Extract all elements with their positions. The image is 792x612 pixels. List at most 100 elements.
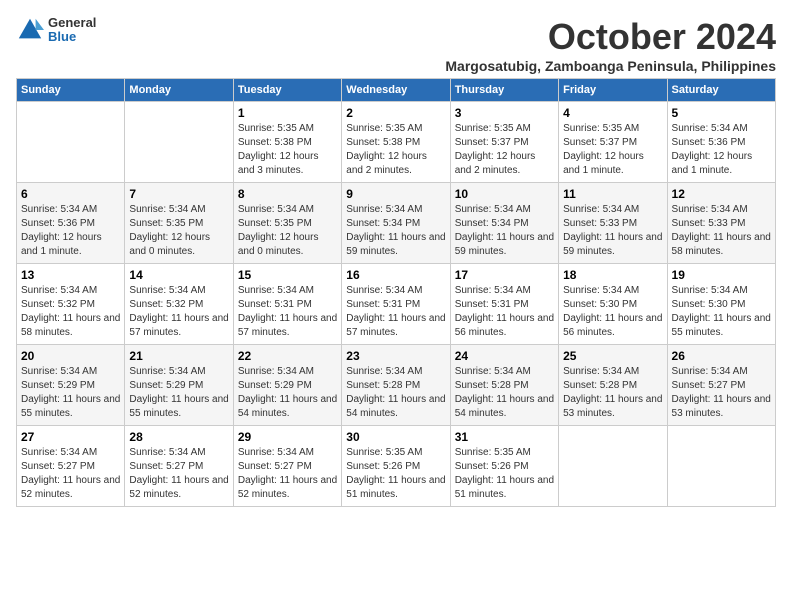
logo-blue-text: Blue [48,30,96,44]
calendar-cell [17,102,125,183]
calendar-cell: 12Sunrise: 5:34 AM Sunset: 5:33 PM Dayli… [667,183,775,264]
calendar-cell: 29Sunrise: 5:34 AM Sunset: 5:27 PM Dayli… [233,426,341,507]
day-info: Sunrise: 5:34 AM Sunset: 5:36 PM Dayligh… [672,122,771,178]
weekday-header-saturday: Saturday [667,79,775,102]
day-number: 7 [129,187,228,201]
logo: General Blue [16,16,96,45]
day-number: 10 [455,187,554,201]
calendar-cell: 16 Sunrise: 5:34 AM Sunset: 5:31 PM Dayli… [342,264,450,345]
day-info: Sunrise: 5:34 AM Sunset: 5:30 PM Dayligh… [563,284,662,340]
page-header: General Blue October 2024 Margosatubig, … [16,16,776,74]
day-number: 6 [21,187,120,201]
calendar-cell: 11 Sunrise: 5:34 AM Sunset: 5:33 PM Dayli… [559,183,667,264]
weekday-header-thursday: Thursday [450,79,558,102]
calendar-cell: 15Sunrise: 5:34 AM Sunset: 5:31 PM Dayli… [233,264,341,345]
day-info: Sunrise: 5:34 AM Sunset: 5:27 PM Dayligh… [21,446,120,502]
calendar-cell [667,426,775,507]
month-title: October 2024 [445,16,776,58]
day-number: 17 [455,268,554,282]
day-info: Sunrise: 5:35 AM Sunset: 5:37 PM Dayligh… [455,122,554,178]
day-info: Sunrise: 5:34 AM Sunset: 5:36 PM Dayligh… [21,203,120,259]
calendar-cell: 31Sunrise: 5:35 AM Sunset: 5:26 PM Dayli… [450,426,558,507]
day-number: 24 [455,349,554,363]
calendar-cell: 18 Sunrise: 5:34 AM Sunset: 5:30 PM Dayli… [559,264,667,345]
day-info: Sunrise: 5:34 AM Sunset: 5:35 PM Dayligh… [129,203,228,259]
day-info: Sunrise: 5:35 AM Sunset: 5:37 PM Dayligh… [563,122,662,178]
day-info: Sunrise: 5:35 AM Sunset: 5:38 PM Dayligh… [346,122,445,178]
calendar-cell: 1 Sunrise: 5:35 AM Sunset: 5:38 PM Daylig… [233,102,341,183]
logo-text: General Blue [48,16,96,45]
day-number: 30 [346,430,445,444]
calendar-cell: 5 Sunrise: 5:34 AM Sunset: 5:36 PM Daylig… [667,102,775,183]
day-number: 3 [455,106,554,120]
weekday-header-monday: Monday [125,79,233,102]
day-number: 5 [672,106,771,120]
day-info: Sunrise: 5:34 AM Sunset: 5:27 PM Dayligh… [129,446,228,502]
day-info: Sunrise: 5:34 AM Sunset: 5:30 PM Dayligh… [672,284,771,340]
day-number: 1 [238,106,337,120]
day-info: Sunrise: 5:34 AM Sunset: 5:31 PM Dayligh… [455,284,554,340]
day-info: Sunrise: 5:34 AM Sunset: 5:35 PM Dayligh… [238,203,337,259]
day-number: 23 [346,349,445,363]
day-number: 15 [238,268,337,282]
day-number: 22 [238,349,337,363]
day-info: Sunrise: 5:35 AM Sunset: 5:26 PM Dayligh… [346,446,445,502]
calendar-cell: 27 Sunrise: 5:34 AM Sunset: 5:27 PM Dayli… [17,426,125,507]
day-number: 18 [563,268,662,282]
day-info: Sunrise: 5:34 AM Sunset: 5:29 PM Dayligh… [129,365,228,421]
calendar-cell: 19 Sunrise: 5:34 AM Sunset: 5:30 PM Dayli… [667,264,775,345]
calendar-cell: 20 Sunrise: 5:34 AM Sunset: 5:29 PM Dayli… [17,345,125,426]
logo-icon [16,16,44,44]
calendar-cell: 24 Sunrise: 5:34 AM Sunset: 5:28 PM Dayli… [450,345,558,426]
calendar-table: SundayMondayTuesdayWednesdayThursdayFrid… [16,78,776,507]
day-number: 11 [563,187,662,201]
calendar-week-2: 6 Sunrise: 5:34 AM Sunset: 5:36 PM Daylig… [17,183,776,264]
calendar-cell: 26 Sunrise: 5:34 AM Sunset: 5:27 PM Dayli… [667,345,775,426]
calendar-week-5: 27 Sunrise: 5:34 AM Sunset: 5:27 PM Dayli… [17,426,776,507]
weekday-header-row: SundayMondayTuesdayWednesdayThursdayFrid… [17,79,776,102]
day-info: Sunrise: 5:34 AM Sunset: 5:34 PM Dayligh… [455,203,554,259]
day-number: 12 [672,187,771,201]
day-number: 16 [346,268,445,282]
day-info: Sunrise: 5:34 AM Sunset: 5:28 PM Dayligh… [346,365,445,421]
weekday-header-wednesday: Wednesday [342,79,450,102]
day-number: 27 [21,430,120,444]
calendar-cell [125,102,233,183]
calendar-week-4: 20 Sunrise: 5:34 AM Sunset: 5:29 PM Dayli… [17,345,776,426]
calendar-cell: 8 Sunrise: 5:34 AM Sunset: 5:35 PM Daylig… [233,183,341,264]
day-number: 9 [346,187,445,201]
day-info: Sunrise: 5:35 AM Sunset: 5:26 PM Dayligh… [455,446,554,502]
calendar-cell: 30 Sunrise: 5:35 AM Sunset: 5:26 PM Dayli… [342,426,450,507]
day-info: Sunrise: 5:34 AM Sunset: 5:28 PM Dayligh… [455,365,554,421]
weekday-header-friday: Friday [559,79,667,102]
day-number: 4 [563,106,662,120]
day-number: 25 [563,349,662,363]
calendar-cell: 22 Sunrise: 5:34 AM Sunset: 5:29 PM Dayli… [233,345,341,426]
day-info: Sunrise: 5:34 AM Sunset: 5:29 PM Dayligh… [21,365,120,421]
calendar-cell: 17 Sunrise: 5:34 AM Sunset: 5:31 PM Dayli… [450,264,558,345]
calendar-cell: 21Sunrise: 5:34 AM Sunset: 5:29 PM Dayli… [125,345,233,426]
day-info: Sunrise: 5:34 AM Sunset: 5:29 PM Dayligh… [238,365,337,421]
day-info: Sunrise: 5:34 AM Sunset: 5:27 PM Dayligh… [672,365,771,421]
day-number: 26 [672,349,771,363]
day-number: 20 [21,349,120,363]
day-info: Sunrise: 5:34 AM Sunset: 5:28 PM Dayligh… [563,365,662,421]
calendar-cell: 3 Sunrise: 5:35 AM Sunset: 5:37 PM Daylig… [450,102,558,183]
calendar-cell: 7 Sunrise: 5:34 AM Sunset: 5:35 PM Daylig… [125,183,233,264]
calendar-cell: 25 Sunrise: 5:34 AM Sunset: 5:28 PM Dayli… [559,345,667,426]
day-number: 19 [672,268,771,282]
title-block: October 2024 Margosatubig, Zamboanga Pen… [445,16,776,74]
day-number: 13 [21,268,120,282]
weekday-header-sunday: Sunday [17,79,125,102]
calendar-cell [559,426,667,507]
day-number: 8 [238,187,337,201]
calendar-cell: 14Sunrise: 5:34 AM Sunset: 5:32 PM Dayli… [125,264,233,345]
day-info: Sunrise: 5:34 AM Sunset: 5:27 PM Dayligh… [238,446,337,502]
day-info: Sunrise: 5:35 AM Sunset: 5:38 PM Dayligh… [238,122,337,178]
calendar-cell: 28Sunrise: 5:34 AM Sunset: 5:27 PM Dayli… [125,426,233,507]
day-info: Sunrise: 5:34 AM Sunset: 5:33 PM Dayligh… [563,203,662,259]
calendar-cell: 10 Sunrise: 5:34 AM Sunset: 5:34 PM Dayli… [450,183,558,264]
weekday-header-tuesday: Tuesday [233,79,341,102]
day-info: Sunrise: 5:34 AM Sunset: 5:31 PM Dayligh… [346,284,445,340]
calendar-cell: 4 Sunrise: 5:35 AM Sunset: 5:37 PM Daylig… [559,102,667,183]
